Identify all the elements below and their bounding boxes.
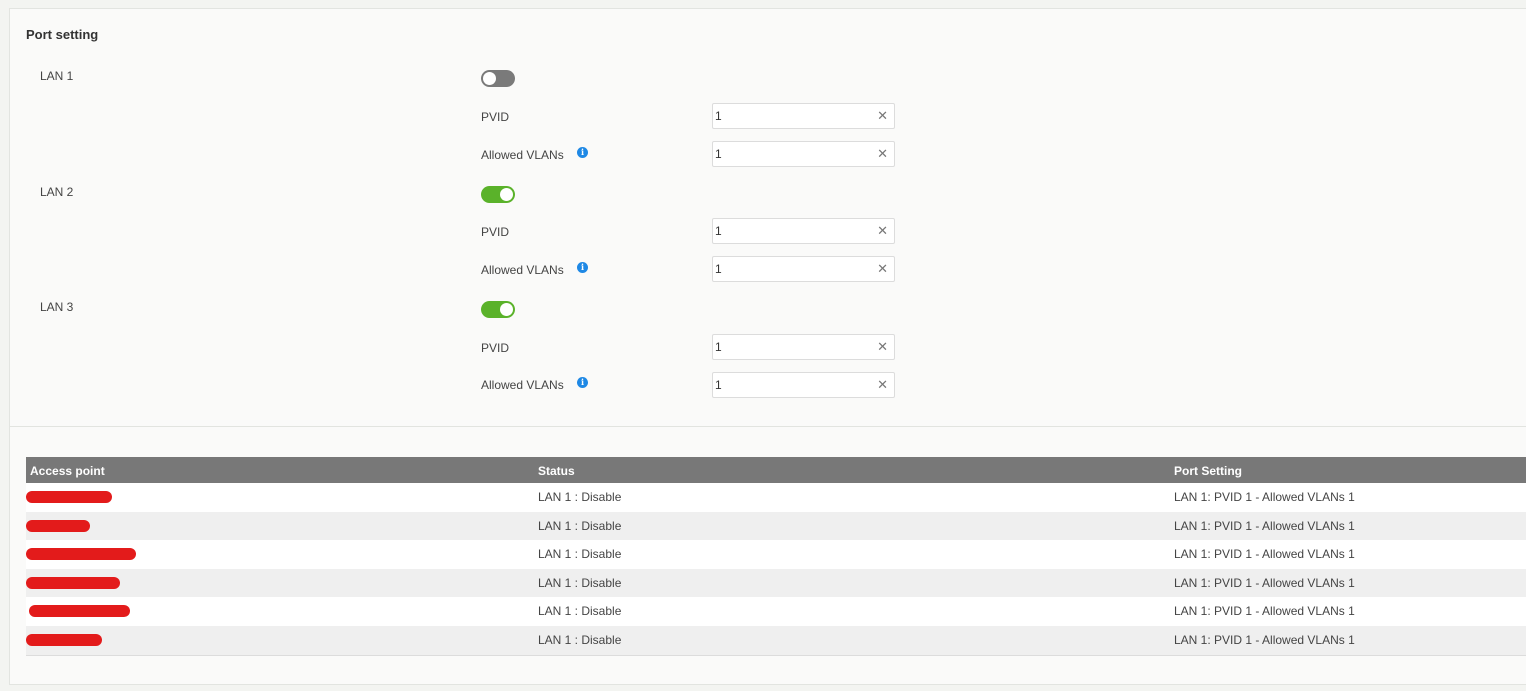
lan-3-label: LAN 3 <box>40 300 74 314</box>
status-cell: LAN 1 : Disable <box>538 547 622 562</box>
column-access-point[interactable]: Access point <box>30 464 105 478</box>
lan-1-pvid-input[interactable] <box>715 108 865 124</box>
column-status[interactable]: Status <box>538 464 575 478</box>
info-icon[interactable]: i <box>577 147 588 158</box>
section-title: Port setting <box>26 27 99 42</box>
port-setting-cell: LAN 1: PVID 1 - Allowed VLANs 1 <box>1174 518 1355 533</box>
toggle-knob <box>500 303 513 316</box>
table-row[interactable]: LAN 1 : Disable LAN 1: PVID 1 - Allowed … <box>26 568 1526 598</box>
redaction-mark <box>29 605 130 618</box>
lan-2-label: LAN 2 <box>40 185 74 199</box>
column-port-setting[interactable]: Port Setting <box>1174 464 1242 478</box>
close-icon[interactable]: ✕ <box>877 378 888 392</box>
close-icon[interactable]: ✕ <box>877 224 888 238</box>
redaction-mark <box>26 548 136 561</box>
redaction-mark <box>26 576 120 589</box>
table-row[interactable]: LAN 1 : Disable LAN 1: PVID 1 - Allowed … <box>26 625 1526 655</box>
lan-3-vlans-label: Allowed VLANs <box>481 378 564 392</box>
lan-3-vlans-field[interactable]: ✕ <box>712 372 895 398</box>
table-bottom-border <box>26 654 1526 656</box>
status-cell: LAN 1 : Disable <box>538 604 622 619</box>
lan-2-pvid-label: PVID <box>481 225 510 239</box>
toggle-knob <box>500 188 513 201</box>
redaction-mark <box>26 633 102 646</box>
table-row[interactable]: LAN 1 : Disable LAN 1: PVID 1 - Allowed … <box>26 511 1526 541</box>
lan-2-vlans-label: Allowed VLANs <box>481 263 564 277</box>
close-icon[interactable]: ✕ <box>877 262 888 276</box>
lan-3-toggle[interactable] <box>481 301 515 318</box>
close-icon[interactable]: ✕ <box>877 340 888 354</box>
lan-1-vlans-input[interactable] <box>715 146 865 162</box>
lan-2-vlans-field[interactable]: ✕ <box>712 256 895 282</box>
port-setting-cell: LAN 1: PVID 1 - Allowed VLANs 1 <box>1174 632 1355 647</box>
lan-1-vlans-field[interactable]: ✕ <box>712 141 895 167</box>
info-icon[interactable]: i <box>577 262 588 273</box>
status-cell: LAN 1 : Disable <box>538 575 622 590</box>
lan-1-toggle[interactable] <box>481 70 515 87</box>
table-row[interactable]: LAN 1 : Disable LAN 1: PVID 1 - Allowed … <box>26 540 1526 569</box>
port-setting-cell: LAN 1: PVID 1 - Allowed VLANs 1 <box>1174 490 1355 504</box>
lan-2-pvid-input[interactable] <box>715 223 865 239</box>
lan-1-vlans-label: Allowed VLANs <box>481 148 564 162</box>
lan-1-pvid-field[interactable]: ✕ <box>712 103 895 129</box>
toggle-knob <box>483 72 496 85</box>
port-setting-panel: Port setting LAN 1 PVID ✕ Allowed VLANs … <box>9 8 1526 685</box>
port-setting-cell: LAN 1: PVID 1 - Allowed VLANs 1 <box>1174 547 1355 562</box>
lan-2-pvid-field[interactable]: ✕ <box>712 218 895 244</box>
status-cell: LAN 1 : Disable <box>538 490 622 504</box>
table-header: Access point Status Port Setting <box>26 457 1526 483</box>
redaction-mark <box>26 491 112 503</box>
lan-3-pvid-input[interactable] <box>715 339 865 355</box>
table-row[interactable]: LAN 1 : Disable LAN 1: PVID 1 - Allowed … <box>26 597 1526 626</box>
lan-1-pvid-label: PVID <box>481 110 510 124</box>
close-icon[interactable]: ✕ <box>877 109 888 123</box>
lan-2-vlans-input[interactable] <box>715 261 865 277</box>
section-divider <box>10 426 1526 427</box>
table-body: LAN 1 : Disable LAN 1: PVID 1 - Allowed … <box>26 483 1526 655</box>
table-row[interactable]: LAN 1 : Disable LAN 1: PVID 1 - Allowed … <box>26 483 1526 512</box>
lan-3-pvid-label: PVID <box>481 341 510 355</box>
access-point-table: Access point Status Port Setting LAN 1 :… <box>26 457 1526 656</box>
status-cell: LAN 1 : Disable <box>538 518 622 533</box>
port-setting-cell: LAN 1: PVID 1 - Allowed VLANs 1 <box>1174 604 1355 619</box>
info-icon[interactable]: i <box>577 377 588 388</box>
close-icon[interactable]: ✕ <box>877 147 888 161</box>
lan-3-vlans-input[interactable] <box>715 377 865 393</box>
redaction-mark <box>26 519 90 532</box>
lan-3-pvid-field[interactable]: ✕ <box>712 334 895 360</box>
lan-1-label: LAN 1 <box>40 69 74 83</box>
status-cell: LAN 1 : Disable <box>538 632 622 647</box>
lan-2-toggle[interactable] <box>481 186 515 203</box>
port-setting-cell: LAN 1: PVID 1 - Allowed VLANs 1 <box>1174 575 1355 590</box>
